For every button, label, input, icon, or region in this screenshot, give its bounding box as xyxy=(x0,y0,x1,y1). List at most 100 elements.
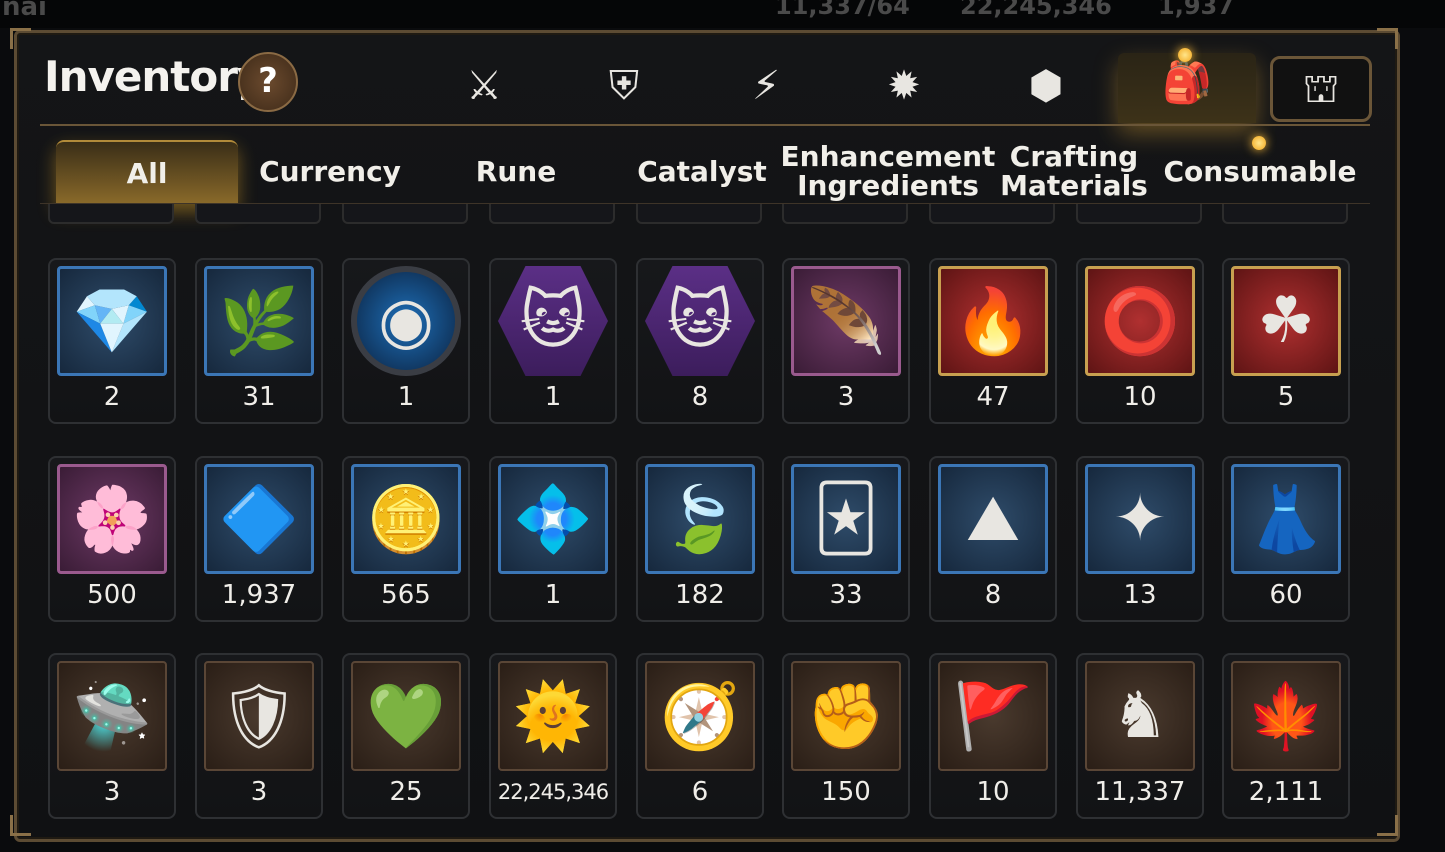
item-count: 22,245,346 xyxy=(497,780,609,804)
gadget-icon: 🛸 xyxy=(57,661,167,771)
item-green-shard[interactable]: 💠 1 xyxy=(489,456,617,622)
tab-all[interactable]: All xyxy=(56,140,238,204)
partial-item-slot[interactable] xyxy=(782,204,908,224)
item-count: 10 xyxy=(1123,382,1157,412)
item-horse[interactable]: ♞ 11,337 xyxy=(1076,653,1204,819)
frame-corner xyxy=(1377,815,1398,836)
item-count: 33 xyxy=(829,580,863,610)
item-gem[interactable]: 💎 2 xyxy=(48,258,176,424)
item-count: 1,937 xyxy=(221,580,297,610)
blue-crystal-icon: 🔷 xyxy=(204,464,314,574)
partial-item-slot[interactable] xyxy=(48,204,174,224)
item-count: 3 xyxy=(250,777,268,807)
tab-enhancement-ingredients[interactable]: Enhancement Ingredients xyxy=(781,140,996,202)
item-pink-ore[interactable]: ⛰ 8 xyxy=(929,456,1057,622)
item-pet-card[interactable]: 🃏 33 xyxy=(782,456,910,622)
item-count: 182 xyxy=(675,580,725,610)
cube-icon[interactable]: ⬢ xyxy=(1016,56,1076,116)
item-leaf[interactable]: 🍃 182 xyxy=(636,456,764,622)
item-star-amulet[interactable]: ✦ 13 xyxy=(1076,456,1204,622)
item-count: 2,111 xyxy=(1248,777,1324,807)
item-count: 11,337 xyxy=(1094,777,1186,807)
item-count: 10 xyxy=(976,777,1010,807)
clover-icon: ☘ xyxy=(1231,266,1341,376)
leaf-icon: 🍃 xyxy=(645,464,755,574)
item-count: 13 xyxy=(1123,580,1157,610)
item-ring[interactable]: ⭕ 10 xyxy=(1076,258,1204,424)
item-count: 47 xyxy=(976,382,1010,412)
frame-corner xyxy=(10,815,31,836)
silver-coin-icon: 🪙 xyxy=(351,464,461,574)
item-blue-crystal[interactable]: 🔷 1,937 xyxy=(195,456,323,622)
item-stone-compass[interactable]: 🧭 6 xyxy=(636,653,764,819)
item-count: 60 xyxy=(1269,580,1303,610)
partial-item-slot[interactable] xyxy=(195,204,321,224)
tab-currency[interactable]: Currency xyxy=(242,140,418,202)
bag-icon[interactable]: 🎒 xyxy=(1118,53,1256,123)
item-count: 2 xyxy=(103,382,121,412)
item-gadget[interactable]: 🛸 3 xyxy=(48,653,176,819)
item-pet-food-2[interactable]: 🐱 8 xyxy=(636,258,764,424)
ore-icon: ⛰ xyxy=(938,464,1048,574)
partial-item-slot[interactable] xyxy=(929,204,1055,224)
partial-item-slot[interactable] xyxy=(342,204,468,224)
top-status-bar: nai 11,337/64 22,245,346 1,937 xyxy=(0,0,1445,28)
item-fist-emblem[interactable]: ✊ 150 xyxy=(782,653,910,819)
crystal-icon: 💎 xyxy=(57,266,167,376)
item-count: 8 xyxy=(984,580,1002,610)
rune-disc-icon: ◉ xyxy=(351,266,461,376)
top-left-fragment: nai xyxy=(2,0,47,22)
tab-catalyst[interactable]: Catalyst xyxy=(614,140,790,202)
gold-coin-icon: 🌞 xyxy=(498,661,608,771)
costume-card-icon: 👗 xyxy=(1231,464,1341,574)
partial-item-slot[interactable] xyxy=(1076,204,1202,224)
item-count: 150 xyxy=(821,777,871,807)
compass-icon: 🧭 xyxy=(645,661,755,771)
ring-icon: ⭕ xyxy=(1085,266,1195,376)
gems-readout: 1,937 xyxy=(1158,0,1234,20)
frame-corner xyxy=(1377,28,1398,49)
burst-icon[interactable]: ✹ xyxy=(874,56,934,116)
item-heart[interactable]: 💚 25 xyxy=(342,653,470,819)
item-count: 8 xyxy=(691,382,709,412)
page-title: Inventory xyxy=(44,52,264,101)
item-gold[interactable]: 🌞 22,245,346 xyxy=(489,653,617,819)
item-flame-crystal[interactable]: 🔥 47 xyxy=(929,258,1057,424)
partial-item-slot[interactable] xyxy=(1222,204,1348,224)
item-costume-card[interactable]: 👗 60 xyxy=(1222,456,1350,622)
item-clover[interactable]: ☘ 5 xyxy=(1222,258,1350,424)
item-badge[interactable]: 🛡 3 xyxy=(195,653,323,819)
item-count: 1 xyxy=(397,382,415,412)
item-fire-ring[interactable]: 🌸 500 xyxy=(48,456,176,622)
item-count: 1 xyxy=(544,382,562,412)
lightning-icon[interactable]: ⚡ xyxy=(736,56,796,116)
item-banner[interactable]: 🚩 10 xyxy=(929,653,1057,819)
item-root[interactable]: 🌿 31 xyxy=(195,258,323,424)
storage-icon[interactable]: ⛫ xyxy=(1270,56,1372,122)
item-count: 3 xyxy=(103,777,121,807)
item-count: 565 xyxy=(381,580,431,610)
notification-dot xyxy=(1252,136,1266,150)
green-shard-icon: 💠 xyxy=(498,464,608,574)
stamina-readout: 11,337/64 xyxy=(775,0,910,20)
partial-item-slot[interactable] xyxy=(489,204,615,224)
item-count: 6 xyxy=(691,777,709,807)
tab-crafting-materials[interactable]: Crafting Materials xyxy=(986,140,1162,202)
item-coin[interactable]: 🪙 565 xyxy=(342,456,470,622)
feather-stick-icon: 🪶 xyxy=(791,266,901,376)
gold-readout: 22,245,346 xyxy=(960,0,1112,20)
armor-icon[interactable]: ⛨ xyxy=(594,56,654,116)
item-rune-disc[interactable]: ◉ 1 xyxy=(342,258,470,424)
frame-corner xyxy=(10,28,31,49)
item-red-leaf[interactable]: 🍁 2,111 xyxy=(1222,653,1350,819)
weapons-icon[interactable]: ⚔ xyxy=(454,56,514,116)
help-button[interactable]: ? xyxy=(238,52,298,112)
item-count: 3 xyxy=(837,382,855,412)
item-feather-stick[interactable]: 🪶 3 xyxy=(782,258,910,424)
pet-food-icon: 🐱 xyxy=(645,266,755,376)
partial-item-slot[interactable] xyxy=(636,204,762,224)
banner-icon: 🚩 xyxy=(938,661,1048,771)
item-pet-food-1[interactable]: 🐱 1 xyxy=(489,258,617,424)
tab-rune[interactable]: Rune xyxy=(428,140,604,202)
header-divider xyxy=(40,124,1370,126)
